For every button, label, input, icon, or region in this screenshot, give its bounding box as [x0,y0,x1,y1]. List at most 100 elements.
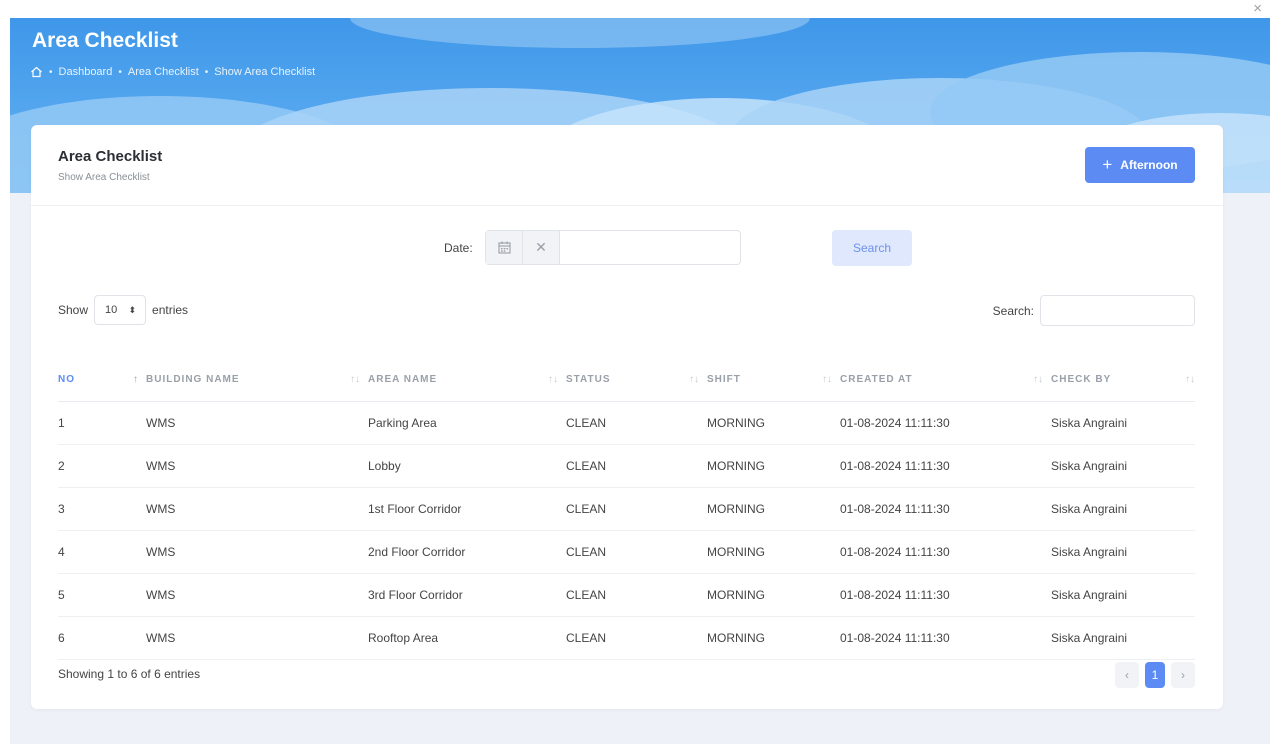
table-search-input[interactable] [1040,295,1195,326]
cell-area-name: 1st Floor Corridor [368,487,566,531]
card-title: Area Checklist [58,148,163,165]
cell-check-by: Siska Angraini [1051,487,1195,531]
cell-check-by: Siska Angraini [1051,444,1195,488]
column-created-at[interactable]: CREATED AT ↑↓ [840,358,1051,402]
page-background: Area Checklist • Dashboard • Area Checkl… [10,18,1270,744]
cell-no: 2 [58,444,146,488]
cell-check-by: Siska Angraini [1051,573,1195,617]
table-row: 2 WMS Lobby CLEAN MORNING 01-08-2024 11:… [58,444,1195,488]
cell-status: CLEAN [566,616,707,660]
cell-building-name: WMS [146,444,368,488]
page-title: Area Checklist [32,29,178,52]
column-shift[interactable]: SHIFT ↑↓ [707,358,840,402]
cell-area-name: Parking Area [368,401,566,445]
checklist-card: Area Checklist Show Area Checklist + Aft… [31,125,1223,709]
clear-date-icon[interactable]: ✕ [523,231,560,264]
sort-icon: ↑ [133,373,138,385]
pagination: ‹ 1 › [1115,662,1195,688]
breadcrumb-current: Show Area Checklist [214,66,316,78]
table-header-row: NO ↑ BUILDING NAME ↑↓ AREA NAME ↑↓ STATUS ↑↓… [58,358,1195,402]
cell-building-name: WMS [146,530,368,574]
search-button[interactable]: Search [832,230,912,266]
cell-building-name: WMS [146,616,368,660]
date-filter: Date: ✕ Search [31,230,1223,266]
cell-area-name: Lobby [368,444,566,488]
cell-building-name: WMS [146,573,368,617]
cell-check-by: Siska Angraini [1051,530,1195,574]
cell-shift: MORNING [707,401,840,445]
page-1-button[interactable]: 1 [1145,662,1165,688]
cell-created-at: 01-08-2024 11:11:30 [840,530,1051,574]
entries-label: entries [152,303,189,317]
cell-shift: MORNING [707,616,840,660]
cell-shift: MORNING [707,444,840,488]
cell-no: 5 [58,573,146,617]
cell-created-at: 01-08-2024 11:11:30 [840,573,1051,617]
sort-icon: ↑↓ [1185,373,1195,385]
cell-check-by: Siska Angraini [1051,401,1195,445]
table-row: 4 WMS 2nd Floor Corridor CLEAN MORNING 0… [58,530,1195,574]
cell-status: CLEAN [566,401,707,445]
cell-area-name: 2nd Floor Corridor [368,530,566,574]
calendar-icon[interactable] [486,231,523,264]
table-search: Search: [993,295,1195,326]
cell-shift: MORNING [707,487,840,531]
column-area-name[interactable]: AREA NAME ↑↓ [368,358,566,402]
cell-no: 3 [58,487,146,531]
cell-no: 4 [58,530,146,574]
checklist-table: NO ↑ BUILDING NAME ↑↓ AREA NAME ↑↓ STATUS ↑↓… [58,358,1195,660]
sort-icon: ↑↓ [350,373,360,385]
sort-icon: ↑↓ [822,373,832,385]
cell-status: CLEAN [566,444,707,488]
column-no[interactable]: NO ↑ [58,358,146,402]
cell-no: 6 [58,616,146,660]
cell-created-at: 01-08-2024 11:11:30 [840,616,1051,660]
entries-select[interactable]: 10 ⬍ [94,295,147,325]
table-row: 6 WMS Rooftop Area CLEAN MORNING 01-08-2… [58,616,1195,660]
date-input-group: ✕ [485,230,741,265]
cell-area-name: Rooftop Area [368,616,566,660]
breadcrumb: • Dashboard • Area Checklist • Show Area… [30,66,315,78]
breadcrumb-dashboard[interactable]: Dashboard [59,66,113,78]
entries-length: Show 10 ⬍ entries [58,295,188,325]
cell-shift: MORNING [707,573,840,617]
table-row: 1 WMS Parking Area CLEAN MORNING 01-08-2… [58,401,1195,445]
add-afternoon-label: Afternoon [1120,158,1178,172]
cell-area-name: 3rd Floor Corridor [368,573,566,617]
entries-value: 10 [105,304,118,316]
card-header: Area Checklist Show Area Checklist + Aft… [31,125,1223,206]
cell-status: CLEAN [566,487,707,531]
table-row: 5 WMS 3rd Floor Corridor CLEAN MORNING 0… [58,573,1195,617]
home-icon[interactable] [30,66,43,78]
table-info: Showing 1 to 6 of 6 entries [58,667,201,681]
cell-status: CLEAN [566,530,707,574]
date-label: Date: [444,241,473,255]
cell-shift: MORNING [707,530,840,574]
cell-check-by: Siska Angraini [1051,616,1195,660]
cell-status: CLEAN [566,573,707,617]
cell-building-name: WMS [146,487,368,531]
column-check-by[interactable]: CHECK BY ↑↓ [1051,358,1195,402]
cell-created-at: 01-08-2024 11:11:30 [840,487,1051,531]
column-building-name[interactable]: BUILDING NAME ↑↓ [146,358,368,402]
sort-icon: ↑↓ [689,373,699,385]
cell-created-at: 01-08-2024 11:11:30 [840,401,1051,445]
show-label: Show [58,303,89,317]
cell-no: 1 [58,401,146,445]
card-subtitle: Show Area Checklist [58,172,150,183]
sort-icon: ↑↓ [548,373,558,385]
table-row: 3 WMS 1st Floor Corridor CLEAN MORNING 0… [58,487,1195,531]
next-page-button[interactable]: › [1171,662,1195,688]
close-icon[interactable]: × [1253,0,1262,17]
prev-page-button[interactable]: ‹ [1115,662,1139,688]
sort-icon: ↑↓ [1033,373,1043,385]
cell-created-at: 01-08-2024 11:11:30 [840,444,1051,488]
select-arrows-icon: ⬍ [128,304,137,315]
date-input[interactable] [560,231,740,264]
add-afternoon-button[interactable]: + Afternoon [1085,147,1195,183]
plus-icon: + [1102,155,1113,174]
column-status[interactable]: STATUS ↑↓ [566,358,707,402]
cell-building-name: WMS [146,401,368,445]
breadcrumb-area-checklist[interactable]: Area Checklist [128,66,199,78]
search-label: Search: [992,303,1034,318]
